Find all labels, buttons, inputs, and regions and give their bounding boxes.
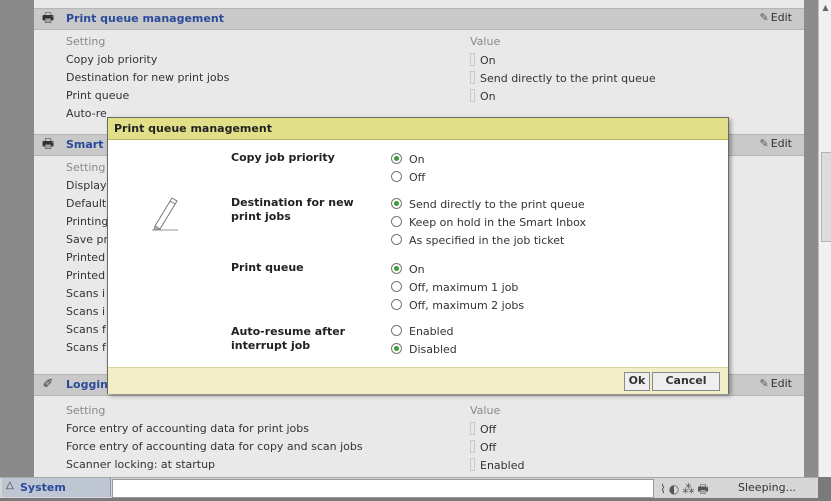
section-title: Print queue management [66, 12, 224, 25]
radio-auto-resume-enabled[interactable]: Enabled [391, 325, 453, 338]
cancel-button[interactable]: Cancel [652, 372, 720, 391]
section-title: Smart [66, 138, 104, 151]
radio-queue-on[interactable]: On [391, 263, 425, 276]
radio-auto-resume-disabled[interactable]: Disabled [391, 343, 457, 356]
table-row: Destination for new print jobs Send dire… [66, 71, 656, 85]
ok-button[interactable]: Ok [624, 372, 650, 391]
radio-copy-priority-off[interactable]: Off [391, 171, 425, 184]
pencil-icon: ✎ [759, 137, 769, 150]
pen-icon: ✐ [42, 377, 54, 392]
table-row: Force entry of accounting data for print… [66, 422, 497, 436]
table-header: Setting Value [66, 35, 501, 48]
dialog-footer: Ok Cancel [108, 367, 728, 394]
table-row: Force entry of accounting data for copy … [66, 440, 497, 454]
triangle-up-icon: △ [6, 480, 14, 491]
radio-destination-hold[interactable]: Keep on hold in the Smart Inbox [391, 216, 586, 229]
dialog-icon-panel [108, 140, 224, 367]
pencil-icon: ✎ [759, 377, 769, 390]
scroll-up-icon[interactable]: ▲ [819, 2, 831, 14]
scroll-thumb[interactable] [821, 152, 831, 242]
print-queue-label: Print queue [231, 261, 304, 274]
taskbar: △ System ⌇◐⁂🖶 Sleeping... [0, 477, 818, 498]
pencil-icon [152, 197, 178, 231]
printer-icon: 🖶 [41, 11, 55, 26]
toner-icon: ◐ [668, 482, 683, 496]
left-gutter [0, 0, 34, 477]
print-queue-dialog: Print queue management Copy job priority… [107, 117, 729, 394]
radio-destination-direct[interactable]: Send directly to the print queue [391, 198, 585, 211]
table-row: Print queue On [66, 89, 496, 103]
pencil-icon: ✎ [759, 11, 769, 24]
copy-job-priority-label: Copy job priority [231, 151, 335, 164]
taskbar-field [112, 479, 654, 498]
edit-button[interactable]: ✎ Edit [759, 137, 792, 150]
dialog-title-bar: Print queue management [108, 118, 728, 140]
printer-icon: 🖶 [697, 482, 712, 496]
radio-destination-ticket[interactable]: As specified in the job ticket [391, 234, 564, 247]
auto-resume-label: Auto-resume after interrupt job [231, 325, 346, 352]
users-icon: ⁂ [682, 482, 698, 496]
status-icons: ⌇◐⁂🖶 [660, 480, 712, 501]
dialog-title: Print queue management [114, 122, 272, 135]
destination-label: Destination for new print jobs [231, 196, 354, 223]
paper-icon: ⌇ [660, 482, 669, 496]
vertical-scrollbar[interactable]: ▲ [818, 0, 831, 477]
edit-button[interactable]: ✎ Edit [759, 377, 792, 390]
table-header: Setting Value [66, 404, 501, 417]
radio-copy-priority-on[interactable]: On [391, 153, 425, 166]
printer-icon: 🖶 [41, 137, 55, 152]
radio-queue-off-1[interactable]: Off, maximum 1 job [391, 281, 518, 294]
system-tab[interactable]: △ System [2, 478, 111, 497]
printer-status: Sleeping... [738, 481, 797, 494]
edit-button[interactable]: ✎ Edit [759, 11, 792, 24]
section-title: Loggin [66, 378, 108, 391]
right-gutter [804, 0, 818, 477]
section-print-queue-header: 🖶 Print queue management ✎ Edit [34, 8, 804, 30]
table-row: Scanner locking: at startup Enabled [66, 458, 525, 472]
table-row: Copy job priority On [66, 53, 496, 67]
radio-queue-off-2[interactable]: Off, maximum 2 jobs [391, 299, 524, 312]
